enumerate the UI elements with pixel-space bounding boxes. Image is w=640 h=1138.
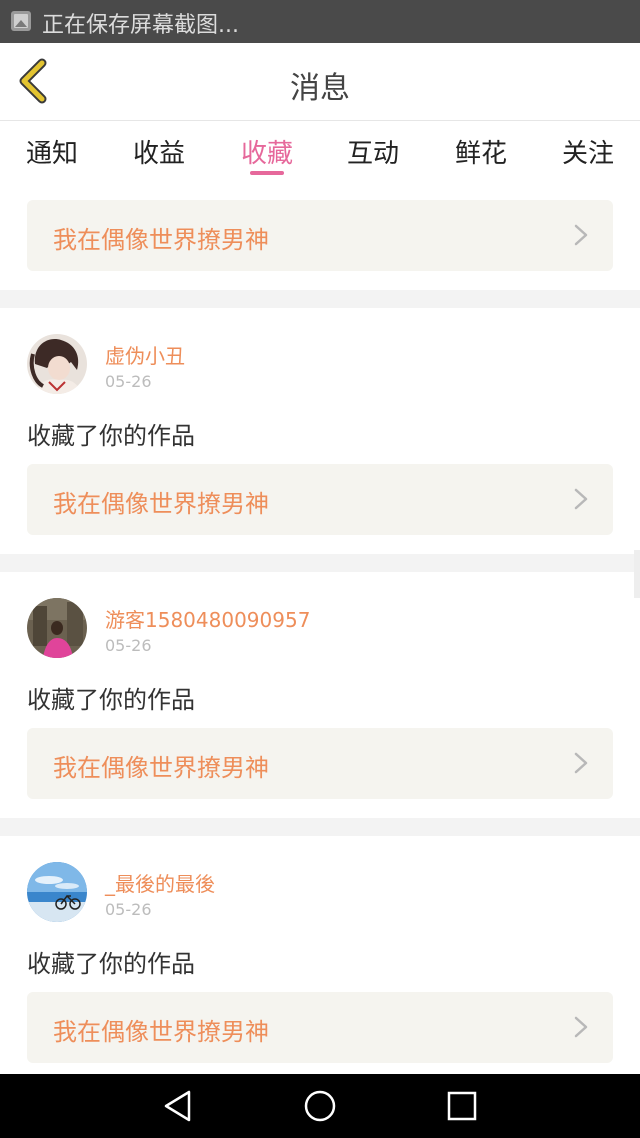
work-title: 我在偶像世界撩男神 <box>53 754 269 782</box>
recents-square-icon[interactable] <box>444 1088 480 1124</box>
tab-notifications[interactable]: 通知 <box>12 133 92 170</box>
avatar[interactable] <box>27 598 87 658</box>
page-title: 消息 <box>290 71 350 106</box>
status-text: 正在保存屏幕截图... <box>42 13 239 38</box>
message-card: 游客1580480090957 05-26 收藏了你的作品 我在偶像世界撩男神 <box>0 572 640 818</box>
tab-earnings[interactable]: 收益 <box>119 133 199 170</box>
home-circle-icon[interactable] <box>302 1088 338 1124</box>
message-date: 05-26 <box>105 900 152 919</box>
navigation-bar <box>0 1074 640 1138</box>
chevron-right-icon <box>574 488 588 510</box>
work-link[interactable]: 我在偶像世界撩男神 <box>27 200 613 271</box>
message-card-partial: 我在偶像世界撩男神 <box>0 181 640 290</box>
divider <box>0 818 640 836</box>
action-text: 收藏了你的作品 <box>27 686 195 714</box>
avatar[interactable] <box>27 334 87 394</box>
action-text: 收藏了你的作品 <box>27 422 195 450</box>
work-link[interactable]: 我在偶像世界撩男神 <box>27 992 613 1063</box>
image-icon <box>11 11 31 31</box>
work-title: 我在偶像世界撩男神 <box>53 226 269 254</box>
divider <box>0 290 640 308</box>
scroll-indicator[interactable] <box>634 550 640 598</box>
message-card: _最後的最後 05-26 收藏了你的作品 我在偶像世界撩男神 <box>0 836 640 1074</box>
tab-favorites[interactable]: 收藏 <box>227 133 307 170</box>
tab-follows[interactable]: 关注 <box>548 133 628 170</box>
tab-interactions[interactable]: 互动 <box>333 133 413 170</box>
username[interactable]: _最後的最後 <box>105 868 215 897</box>
header: 消息 <box>0 43 640 121</box>
tab-bar: 通知 收益 收藏 互动 鲜花 关注 <box>0 121 640 181</box>
message-date: 05-26 <box>105 636 152 655</box>
status-bar: 正在保存屏幕截图... <box>0 0 640 43</box>
work-link[interactable]: 我在偶像世界撩男神 <box>27 464 613 535</box>
work-title: 我在偶像世界撩男神 <box>53 490 269 518</box>
back-triangle-icon[interactable] <box>160 1088 196 1124</box>
action-text: 收藏了你的作品 <box>27 950 195 978</box>
username[interactable]: 虚伪小丑 <box>105 340 185 369</box>
tab-flowers[interactable]: 鲜花 <box>441 133 521 170</box>
work-title: 我在偶像世界撩男神 <box>53 1018 269 1046</box>
chevron-right-icon <box>574 224 588 246</box>
chevron-right-icon <box>574 1016 588 1038</box>
divider <box>0 554 640 572</box>
message-date: 05-26 <box>105 372 152 391</box>
work-link[interactable]: 我在偶像世界撩男神 <box>27 728 613 799</box>
avatar[interactable] <box>27 862 87 922</box>
username[interactable]: 游客1580480090957 <box>105 604 310 633</box>
active-tab-indicator <box>250 171 284 175</box>
chevron-right-icon <box>574 752 588 774</box>
message-card: 虚伪小丑 05-26 收藏了你的作品 我在偶像世界撩男神 <box>0 308 640 554</box>
